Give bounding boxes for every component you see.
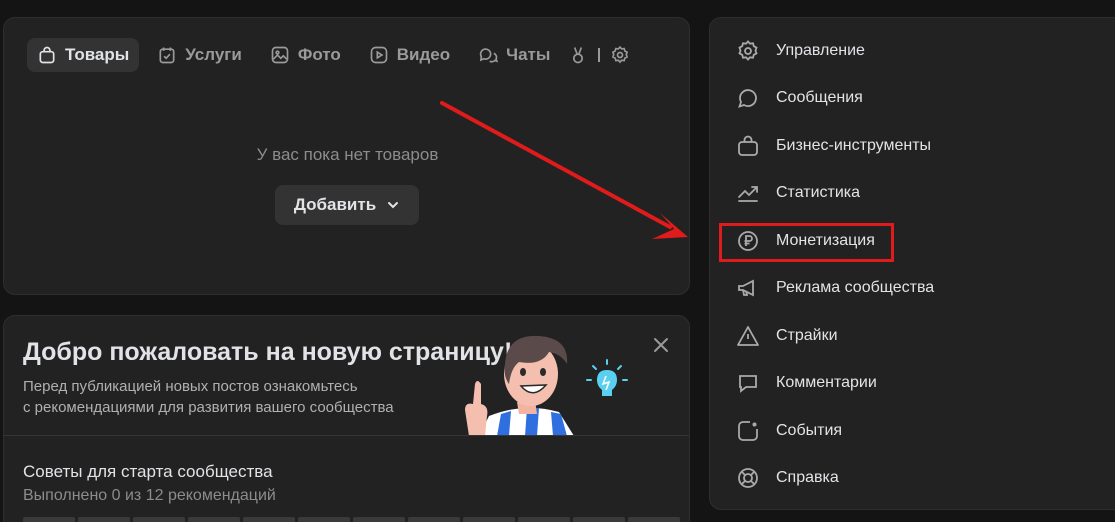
- tab-photo[interactable]: Фото: [260, 38, 351, 72]
- progress-segment: [463, 517, 515, 522]
- event-icon: [738, 421, 758, 441]
- progress-segment: [628, 517, 680, 522]
- progress-segment: [353, 517, 405, 522]
- image-icon: [271, 46, 289, 64]
- progress-segment: [78, 517, 130, 522]
- gear-icon: [738, 40, 758, 61]
- tips-progress-text: Выполнено 0 из 12 рекомендаций: [23, 487, 276, 504]
- menu-item-label: Управление: [776, 42, 865, 59]
- bag-icon: [39, 46, 55, 64]
- tab-label: Товары: [65, 45, 130, 64]
- calendar-check-icon: [159, 47, 175, 64]
- clips-icon: [573, 47, 584, 64]
- close-icon[interactable]: [650, 334, 672, 356]
- menu-item-strikes[interactable]: Страйки: [710, 314, 1115, 358]
- progress-segment: [518, 517, 570, 522]
- menu-item-help[interactable]: Справка: [710, 456, 1115, 500]
- tab-label: Фото: [297, 45, 341, 64]
- add-button-label: Добавить: [293, 195, 377, 214]
- menu-item-label: События: [776, 422, 843, 439]
- side-menu: Управление Сообщения Бизнес-инструменты …: [709, 17, 1115, 510]
- menu-item-label: Реклама сообщества: [776, 279, 935, 296]
- chats-icon: [479, 48, 499, 63]
- trend-icon: [738, 186, 758, 202]
- tab-more[interactable]: [568, 38, 630, 72]
- menu-item-label: Статистика: [776, 184, 861, 201]
- highlight-box: [719, 223, 894, 262]
- lifebuoy-icon: [738, 468, 758, 488]
- warning-icon: [737, 326, 759, 346]
- play-icon: [370, 46, 388, 64]
- progress-segment: [188, 517, 240, 522]
- tips-progress-bar: [23, 517, 680, 522]
- tab-services[interactable]: Услуги: [147, 38, 252, 72]
- message-icon: [738, 89, 757, 108]
- progress-segment: [298, 517, 350, 522]
- add-button[interactable]: Добавить: [275, 185, 419, 225]
- menu-item-label: Бизнес-инструменты: [776, 137, 932, 154]
- menu-item-business-tools[interactable]: Бизнес-инструменты: [710, 124, 1115, 168]
- chevron-down-icon: [388, 202, 399, 209]
- tab-video[interactable]: Видео: [359, 38, 460, 72]
- progress-segment: [243, 517, 295, 522]
- progress-segment: [573, 517, 625, 522]
- menu-item-label: Сообщения: [776, 89, 863, 106]
- tab-label: Чаты: [506, 45, 551, 64]
- menu-item-messages[interactable]: Сообщения: [710, 76, 1115, 120]
- annotation-arrow: [440, 101, 688, 239]
- gear-icon[interactable]: [610, 45, 630, 65]
- progress-segment: [133, 517, 185, 522]
- progress-segment: [23, 517, 75, 522]
- welcome-card: Добро пожаловать на новую страницу! Пере…: [3, 315, 690, 522]
- menu-item-statistics[interactable]: Статистика: [710, 171, 1115, 215]
- tab-chats[interactable]: Чаты: [468, 38, 560, 72]
- comment-icon: [739, 375, 757, 393]
- menu-item-management[interactable]: Управление: [710, 29, 1115, 73]
- menu-item-events[interactable]: События: [710, 409, 1115, 453]
- tab-label: Видео: [396, 45, 451, 64]
- tab-label: Услуги: [185, 45, 242, 64]
- tabs-bar: Товары Услуги Фото Видео Чаты: [27, 38, 630, 72]
- briefcase-icon: [738, 135, 758, 156]
- tips-title: Советы для старта сообщества: [23, 462, 273, 481]
- megaphone-icon: [738, 279, 754, 297]
- welcome-title: Добро пожаловать на новую страницу!: [23, 338, 513, 366]
- welcome-description-line1: Перед публикацией новых постов ознакомьт…: [23, 378, 358, 395]
- tab-products[interactable]: Товары: [27, 38, 140, 72]
- menu-item-label: Страйки: [776, 327, 838, 344]
- menu-item-community-ads[interactable]: Реклама сообщества: [710, 266, 1115, 310]
- welcome-description-line2: с рекомендациями для развития вашего соо…: [23, 399, 394, 416]
- mascot-illustration: [465, 335, 628, 436]
- menu-item-comments[interactable]: Комментарии: [710, 361, 1115, 405]
- menu-item-label: Справка: [776, 469, 839, 486]
- progress-segment: [408, 517, 460, 522]
- tab-more-divider: [598, 48, 601, 62]
- welcome-divider: [4, 435, 689, 436]
- menu-item-label: Комментарии: [776, 374, 877, 391]
